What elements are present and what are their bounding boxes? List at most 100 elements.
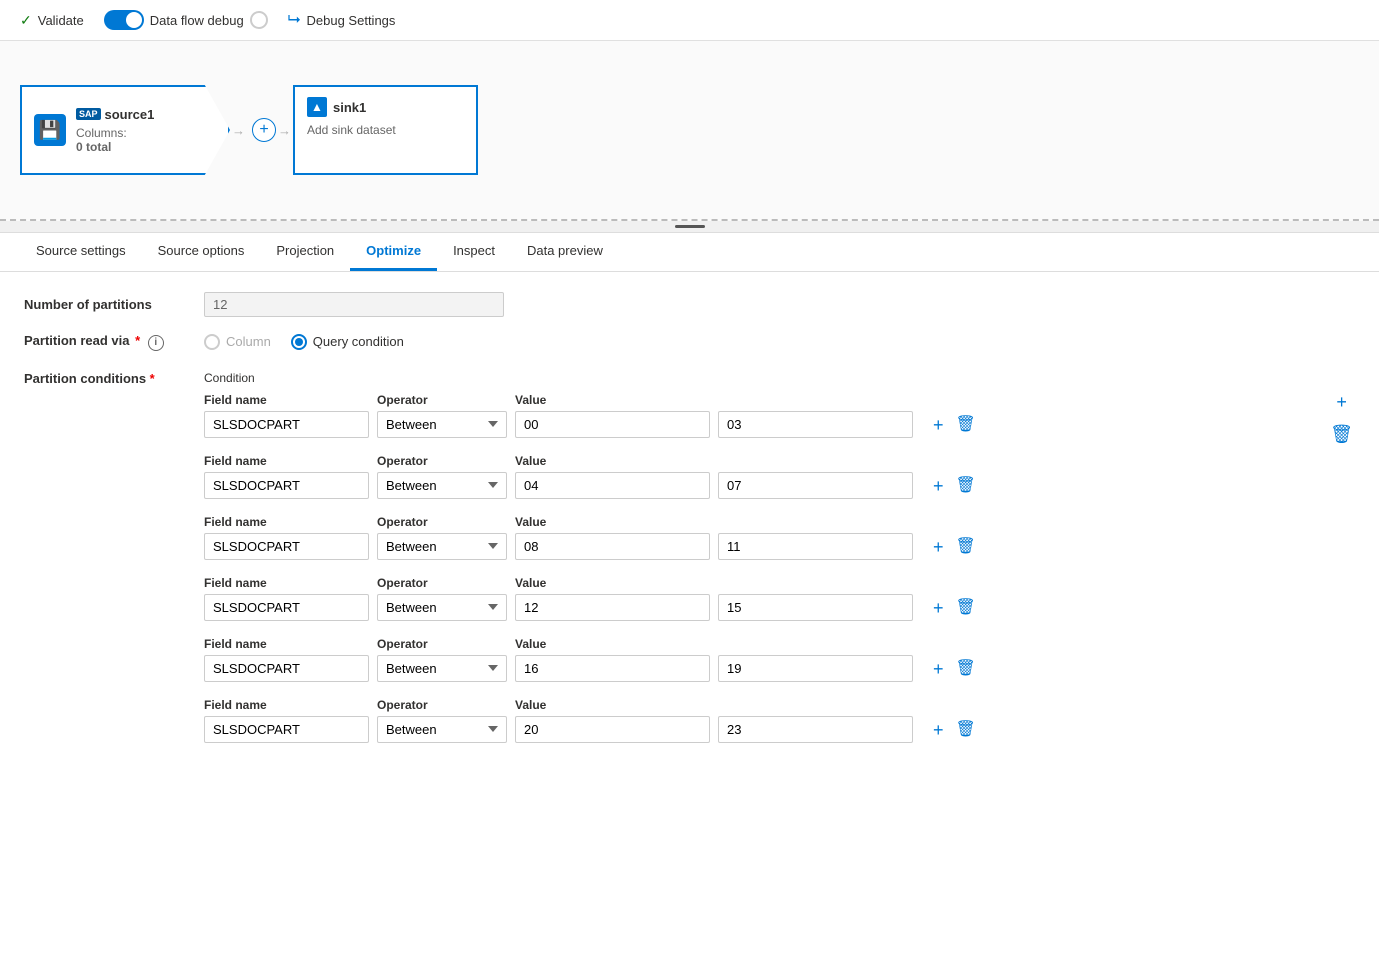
row-delete-button-1[interactable]: 🗑 — [954, 476, 978, 496]
field-name-input-3[interactable] — [204, 594, 369, 621]
operator-col-1: Operator BetweenEqualsGreater thanLess t… — [377, 454, 507, 499]
field-name-col-1: Field name — [204, 454, 369, 499]
toggle-switch[interactable] — [104, 10, 144, 30]
tab-source-settings[interactable]: Source settings — [20, 233, 142, 271]
row-delete-button-4[interactable]: 🗑 — [954, 659, 978, 679]
operator-label-4: Operator — [377, 637, 507, 651]
operator-select-3[interactable]: BetweenEqualsGreater thanLess than — [377, 594, 507, 621]
value2-input-1[interactable] — [718, 472, 913, 499]
value-inputs-1 — [515, 472, 913, 499]
row-delete-button-5[interactable]: 🗑 — [954, 720, 978, 740]
source-node[interactable]: 💾 SAP source1 Columns: 0 total — [20, 85, 230, 175]
operator-col-2: Operator BetweenEqualsGreater thanLess t… — [377, 515, 507, 560]
value-inputs-0 — [515, 411, 913, 438]
add-node-button[interactable]: + — [252, 118, 276, 142]
radio-query-label: Query condition — [313, 334, 404, 349]
row-add-button-4[interactable]: + — [931, 658, 946, 680]
minimize-icon — [675, 225, 705, 228]
pipeline-canvas: 💾 SAP source1 Columns: 0 total → — [0, 41, 1379, 221]
row-add-button-2[interactable]: + — [931, 536, 946, 558]
operator-select-2[interactable]: BetweenEqualsGreater thanLess than — [377, 533, 507, 560]
value2-input-4[interactable] — [718, 655, 913, 682]
value-label-1: Value — [515, 454, 913, 468]
sink-header: ▲ sink1 — [307, 97, 464, 117]
radio-query-circle — [291, 334, 307, 350]
validate-label: Validate — [38, 13, 84, 28]
data-flow-debug-label: Data flow debug — [150, 13, 244, 28]
value1-input-4[interactable] — [515, 655, 710, 682]
operator-select-0[interactable]: BetweenEqualsGreater thanLess than — [377, 411, 507, 438]
operator-label-5: Operator — [377, 698, 507, 712]
field-name-input-4[interactable] — [204, 655, 369, 682]
minimize-bar[interactable] — [0, 221, 1379, 233]
sink-node[interactable]: ▲ sink1 Add sink dataset — [293, 85, 478, 175]
field-name-input-1[interactable] — [204, 472, 369, 499]
operator-label-2: Operator — [377, 515, 507, 529]
value-label-4: Value — [515, 637, 913, 651]
data-flow-debug-toggle[interactable]: Data flow debug — [104, 10, 268, 30]
radio-query-condition[interactable]: Query condition — [291, 334, 404, 350]
source-header: SAP source1 — [76, 107, 154, 122]
value2-input-5[interactable] — [718, 716, 913, 743]
partition-read-row: Partition read via * i Column Query cond… — [24, 333, 1355, 351]
value1-input-2[interactable] — [515, 533, 710, 560]
condition-fields-4: Field name Operator BetweenEqualsGreater… — [204, 637, 1316, 682]
flow-container: 💾 SAP source1 Columns: 0 total → — [20, 85, 478, 175]
sap-badge: SAP — [76, 108, 101, 120]
field-name-label-3: Field name — [204, 576, 369, 590]
required-indicator: * — [131, 333, 140, 348]
value2-input-0[interactable] — [718, 411, 913, 438]
value2-input-2[interactable] — [718, 533, 913, 560]
condition-fields-5: Field name Operator BetweenEqualsGreater… — [204, 698, 1316, 743]
radio-column[interactable]: Column — [204, 334, 271, 350]
value1-input-0[interactable] — [515, 411, 710, 438]
condition-row-4: Field name Operator BetweenEqualsGreater… — [204, 637, 1316, 682]
condition-row-5: Field name Operator BetweenEqualsGreater… — [204, 698, 1316, 743]
outer-delete-button[interactable]: 🗑 — [1328, 423, 1355, 445]
outer-actions: + 🗑 — [1328, 367, 1355, 759]
tab-source-options[interactable]: Source options — [142, 233, 261, 271]
field-name-input-0[interactable] — [204, 411, 369, 438]
value1-input-1[interactable] — [515, 472, 710, 499]
validate-button[interactable]: ✓ Validate — [20, 12, 84, 29]
row-add-button-1[interactable]: + — [931, 475, 946, 497]
field-name-input-5[interactable] — [204, 716, 369, 743]
outer-add-button[interactable]: + — [1334, 391, 1349, 413]
value1-input-3[interactable] — [515, 594, 710, 621]
row-add-button-0[interactable]: + — [931, 414, 946, 436]
partitions-row: Number of partitions — [24, 292, 1355, 317]
arrow-connector: → — [230, 123, 247, 138]
value2-input-3[interactable] — [718, 594, 913, 621]
partition-read-label: Partition read via * i — [24, 333, 204, 351]
arrow-icon: → — [232, 123, 245, 138]
field-name-col-3: Field name — [204, 576, 369, 621]
value1-input-5[interactable] — [515, 716, 710, 743]
row-delete-button-2[interactable]: 🗑 — [954, 537, 978, 557]
condition-fields-2: Field name Operator BetweenEqualsGreater… — [204, 515, 1316, 560]
row-add-button-5[interactable]: + — [931, 719, 946, 741]
field-name-label-5: Field name — [204, 698, 369, 712]
tab-optimize[interactable]: Optimize — [350, 233, 437, 271]
field-name-input-2[interactable] — [204, 533, 369, 560]
value-col-3: Value — [515, 576, 913, 621]
tab-inspect[interactable]: Inspect — [437, 233, 511, 271]
operator-select-5[interactable]: BetweenEqualsGreater thanLess than — [377, 716, 507, 743]
arrow-icon-2: → — [278, 123, 291, 138]
field-name-col-2: Field name — [204, 515, 369, 560]
debug-settings-button[interactable]: ⮡ Debug Settings — [288, 11, 396, 29]
tab-projection[interactable]: Projection — [260, 233, 350, 271]
operator-select-1[interactable]: BetweenEqualsGreater thanLess than — [377, 472, 507, 499]
partitions-input[interactable] — [204, 292, 504, 317]
row-delete-button-0[interactable]: 🗑 — [954, 415, 978, 435]
field-name-label-2: Field name — [204, 515, 369, 529]
row-actions-5: + 🗑 — [931, 719, 978, 743]
operator-select-4[interactable]: BetweenEqualsGreater thanLess than — [377, 655, 507, 682]
required-star-2: * — [146, 371, 155, 386]
condition-row-3: Field name Operator BetweenEqualsGreater… — [204, 576, 1316, 621]
field-name-col-4: Field name — [204, 637, 369, 682]
info-icon[interactable]: i — [148, 335, 164, 351]
row-actions-0: + 🗑 — [931, 414, 978, 438]
row-delete-button-3[interactable]: 🗑 — [954, 598, 978, 618]
row-add-button-3[interactable]: + — [931, 597, 946, 619]
tab-data-preview[interactable]: Data preview — [511, 233, 619, 271]
